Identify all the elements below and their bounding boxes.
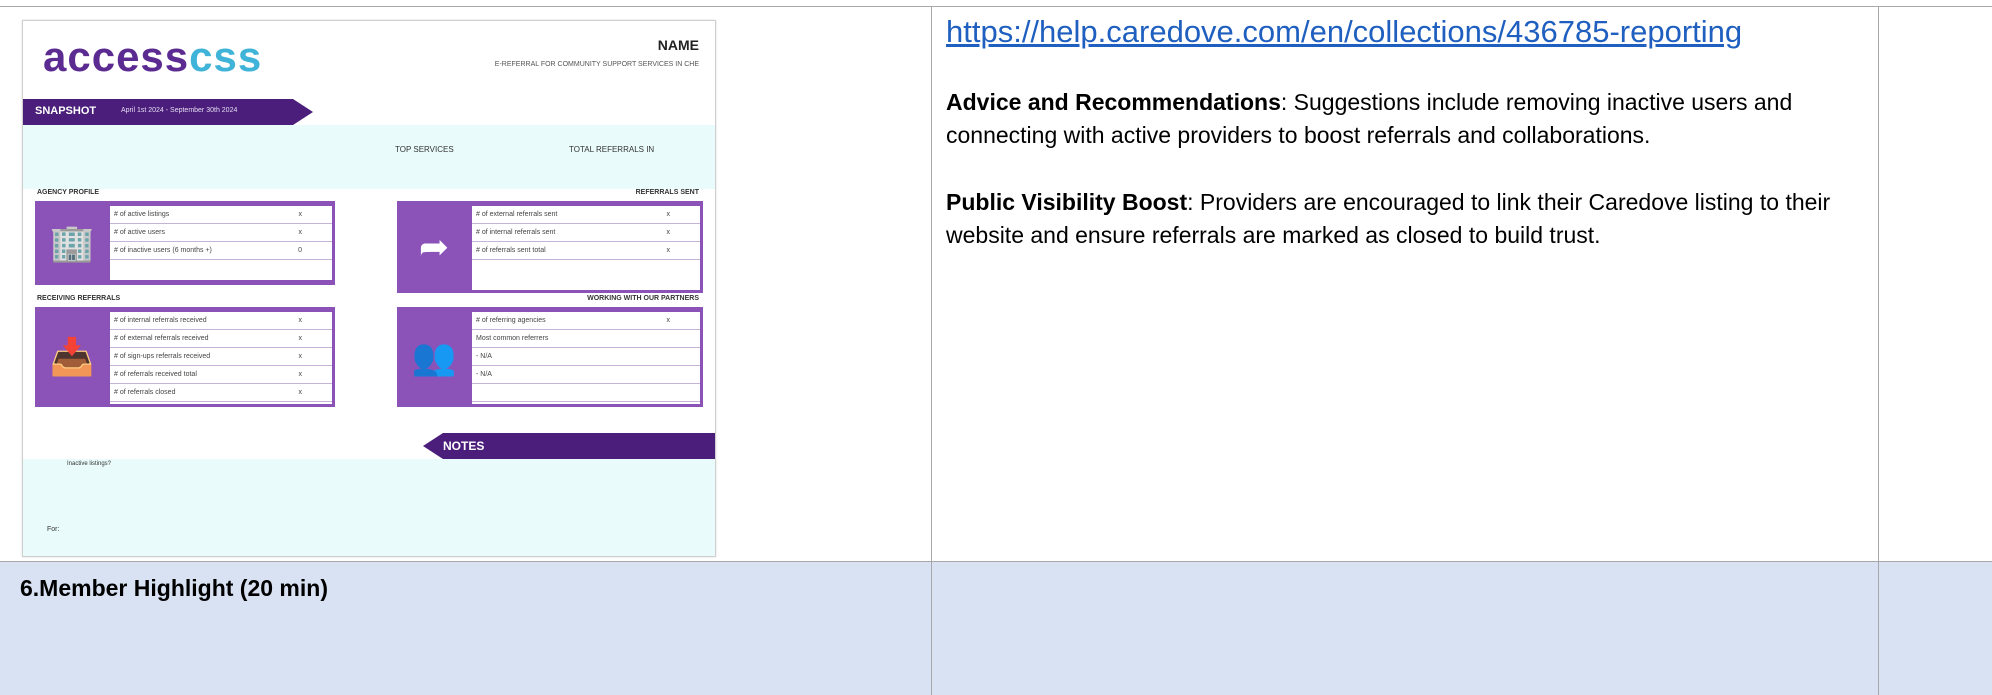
row-label: # of referrals closed [114, 389, 176, 396]
row-label: # of external referrals received [114, 335, 209, 342]
snapshot-banner-title: SNAPSHOT [35, 105, 97, 117]
partners-table: # of referring agencies x Most common refe… [471, 311, 701, 405]
member-highlight-title: 6.Member Highlight (20 min) [20, 575, 328, 601]
row-value: x [298, 353, 303, 360]
inbox-download-icon: 📥 [49, 336, 95, 377]
row-label: # of referrals received total [114, 371, 197, 378]
table-row: # of internal referrals sent x [472, 224, 700, 242]
table-row: # of active listings x [110, 206, 332, 224]
row-label: # of referring agencies [476, 317, 546, 324]
row-label: Most common referrers [476, 335, 549, 342]
total-referrals-label: TOTAL REFERRALS IN [569, 145, 655, 154]
advice-heading: Advice and Recommendations [946, 89, 1281, 115]
table-row: # of sign-ups referrals received x [110, 348, 332, 366]
row-value: 0 [298, 247, 302, 254]
table-row: # of internal referrals received x [110, 312, 332, 330]
row-label: - N/A [476, 371, 492, 378]
visibility-heading: Public Visibility Boost [946, 189, 1188, 215]
row2-divider-1 [931, 562, 932, 695]
row-value: x [298, 211, 303, 218]
advice-paragraph: Advice and Recommendations: Suggestions … [946, 86, 1856, 152]
agency-profile-heading: AGENCY PROFILE [37, 189, 100, 196]
table-row: # of referrals received total x [110, 366, 332, 384]
notes-title: NOTES [443, 439, 485, 453]
row-label: # of referrals sent total [476, 247, 546, 254]
summary-band [23, 125, 715, 189]
table-border-top [0, 6, 1992, 7]
notes-area [23, 459, 715, 556]
receiving-referrals-heading: RECEIVING REFERRALS [37, 295, 121, 302]
visibility-paragraph: Public Visibility Boost: Providers are e… [946, 186, 1856, 252]
row-divider [0, 561, 1992, 562]
reporting-help-link[interactable]: https://help.caredove.com/en/collections… [946, 14, 1742, 50]
snapshot-report-image: accesscss NAME E-REFERRAL FOR COMMUNITY … [22, 20, 716, 557]
table-row: # of external referrals sent x [472, 206, 700, 224]
receiving-referrals-table: # of internal referrals received x # of ex… [109, 311, 333, 405]
notes-line-1: Inactive listings? [67, 461, 112, 467]
building-icon: 🏢 [49, 222, 95, 263]
row-label: # of active users [114, 229, 165, 236]
table-row: # of referrals closed x [110, 384, 332, 402]
row-value: x [298, 229, 303, 236]
working-partners-heading: WORKING WITH OUR PARTNERS [587, 295, 699, 302]
top-services-label: TOP SERVICES [395, 145, 454, 154]
table-row: Most common referrers [472, 330, 700, 348]
row-label: # of inactive users (6 months +) [114, 247, 212, 254]
snapshot-banner-dates: April 1st 2024 - September 30th 2024 [121, 107, 238, 114]
table-row [472, 384, 700, 402]
row-value: x [298, 389, 303, 396]
row-label: # of internal referrals received [114, 317, 207, 324]
snapshot-subtitle: E-REFERRAL FOR COMMUNITY SUPPORT SERVICE… [494, 61, 699, 68]
row-value: x [298, 335, 303, 342]
row-value: x [666, 229, 671, 236]
row-label: # of active listings [114, 211, 170, 218]
row-label: # of external referrals sent [476, 211, 558, 218]
accesscss-logo: accesscss [43, 33, 263, 80]
row-value: x [666, 317, 671, 324]
table-row: # of external referrals received x [110, 330, 332, 348]
table-row: # of referrals sent total x [472, 242, 700, 260]
snapshot-name: NAME [657, 37, 699, 53]
row-value: x [298, 317, 303, 324]
table-row: # of inactive users (6 months +) 0 [110, 242, 332, 260]
agency-profile-table: # of active listings x # of active users x #… [109, 205, 333, 281]
row-value: x [666, 247, 671, 254]
share-arrow-icon: ➦ [418, 226, 450, 267]
row-value: x [298, 371, 303, 378]
row2-divider-2 [1878, 562, 1879, 695]
row-label: # of sign-ups referrals received [114, 353, 211, 360]
row-label: # of internal referrals sent [476, 229, 556, 236]
row-value: x [666, 211, 671, 218]
table-row: - N/A [472, 348, 700, 366]
row-label: - N/A [476, 353, 492, 360]
referrals-sent-table: # of external referrals sent x # of intern… [471, 205, 701, 291]
notes-line-2: For: [47, 526, 60, 533]
table-row: # of active users x [110, 224, 332, 242]
referrals-sent-heading: REFERRALS SENT [635, 189, 699, 196]
table-row: # of referring agencies x [472, 312, 700, 330]
group-people-icon: 👥 [411, 336, 457, 377]
table-row: - N/A [472, 366, 700, 384]
